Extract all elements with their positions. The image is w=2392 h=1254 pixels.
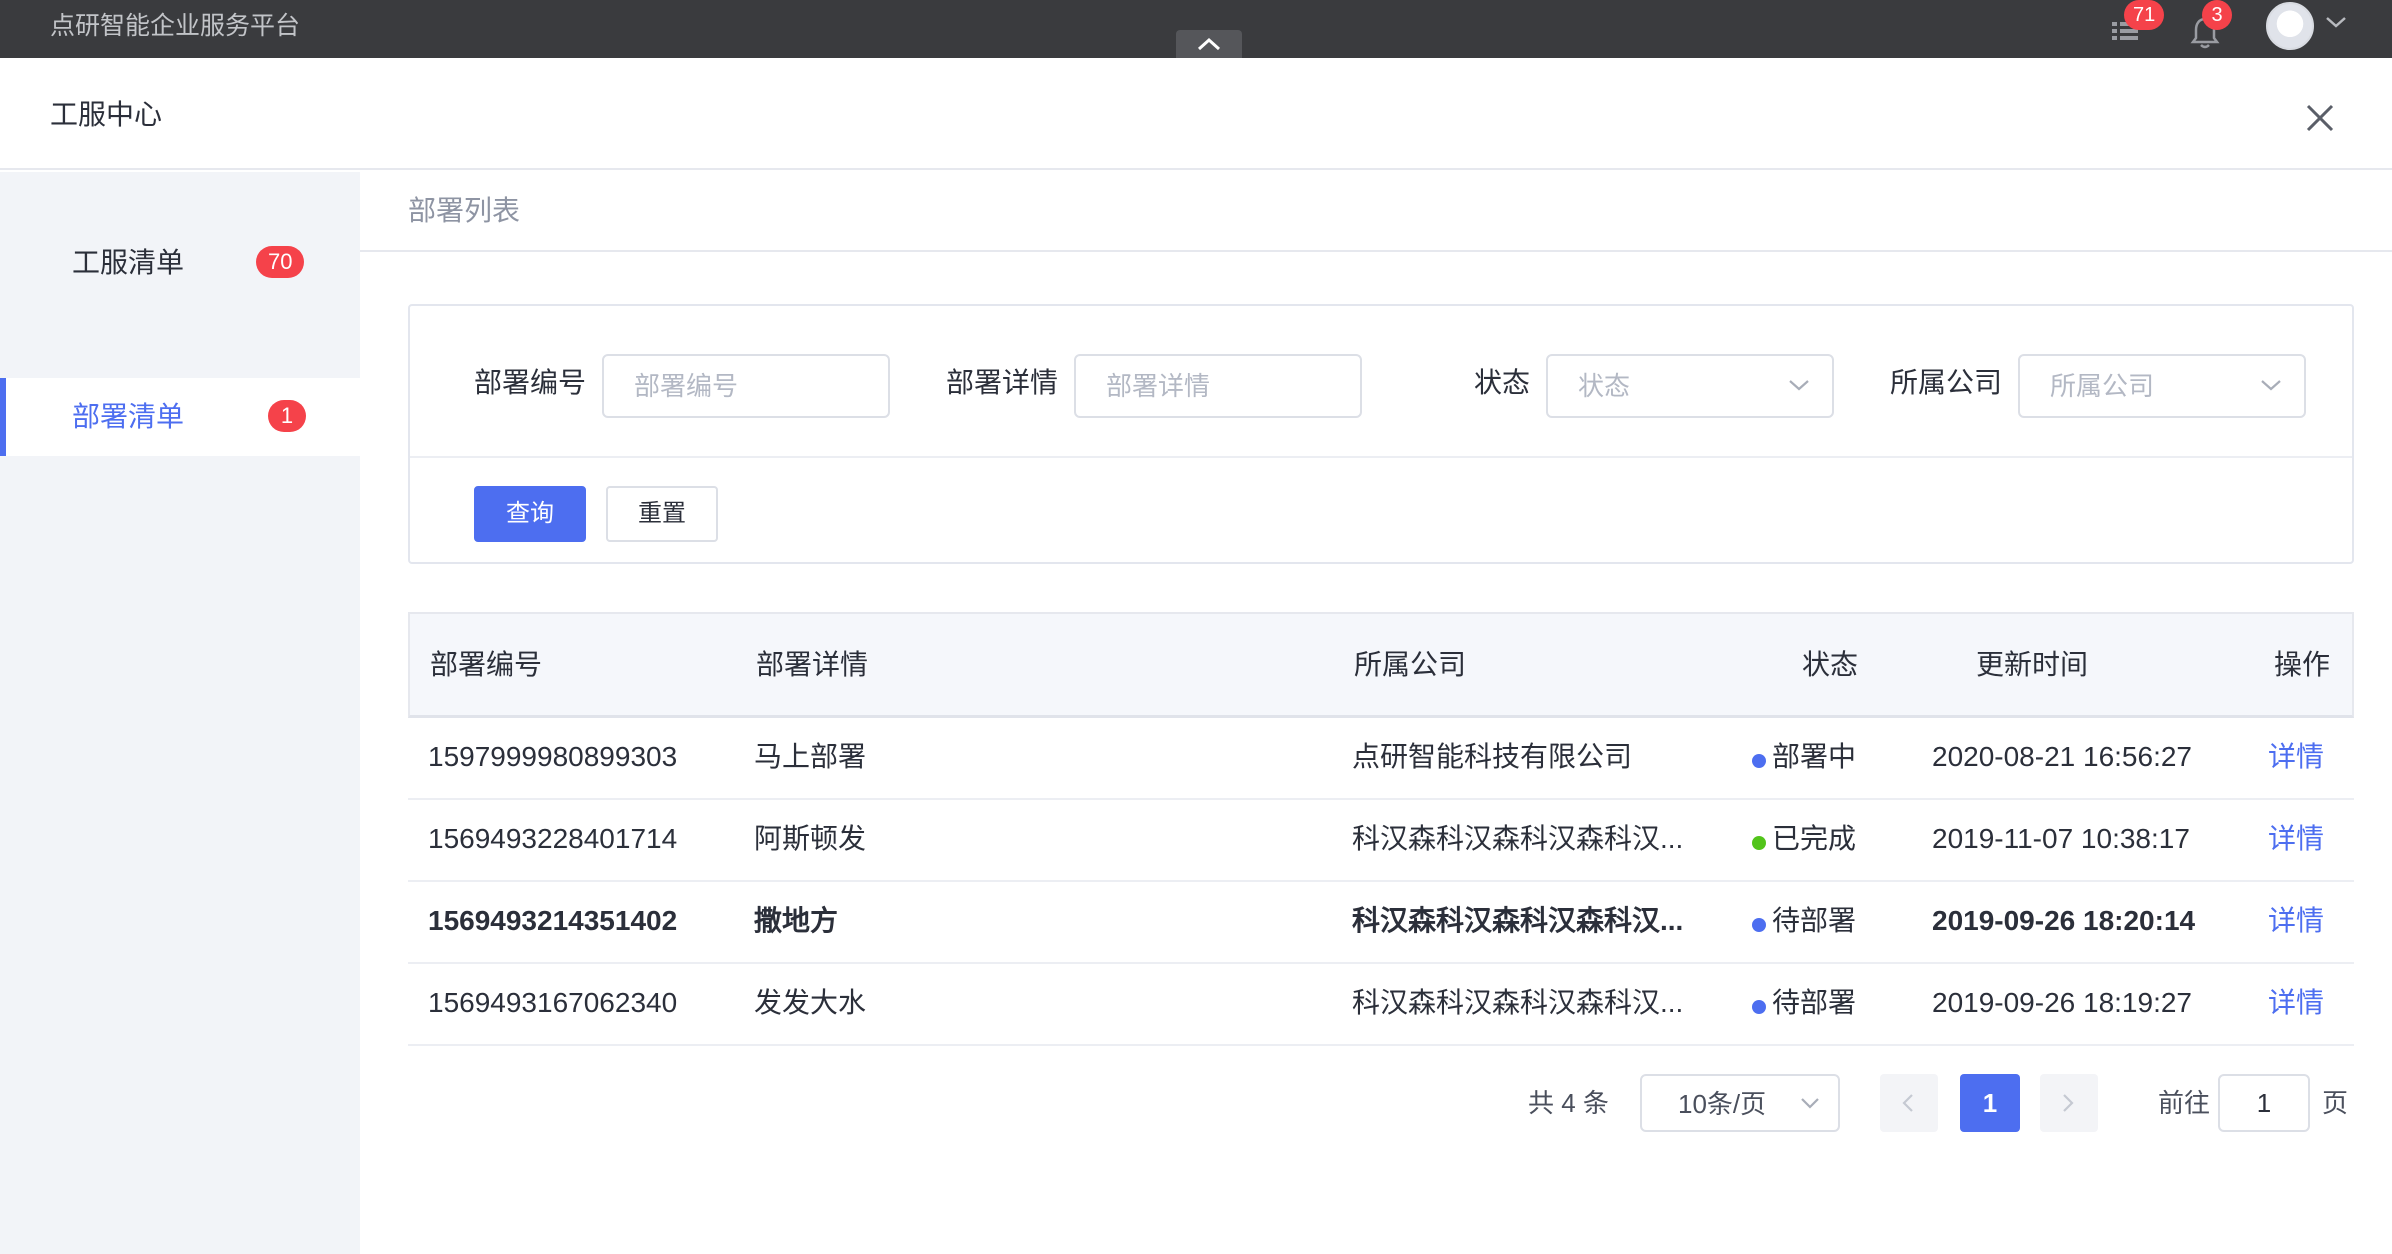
detail-link[interactable]: 详情	[2268, 822, 2324, 856]
chevron-left-icon	[1902, 1094, 1913, 1112]
company-select[interactable]: 所属公司	[2018, 354, 2306, 418]
query-button[interactable]: 查询	[474, 486, 586, 542]
column-header: 部署详情	[756, 649, 869, 680]
close-icon	[2306, 104, 2334, 132]
table-header: 部署编号 部署详情 所属公司 状态 更新时间 操作	[408, 612, 2354, 718]
status-select-placeholder: 状态	[1578, 371, 1631, 401]
prev-page-button[interactable]	[1880, 1074, 1938, 1132]
page-size-value: 10条/页	[1678, 1089, 1767, 1119]
deploy-detail-label: 部署详情	[946, 367, 1059, 398]
tasks-badge: 71	[2124, 0, 2165, 30]
status-dot	[1752, 918, 1766, 932]
status-cell: 部署中	[1772, 741, 1857, 772]
dialog-header: 工服中心	[0, 58, 2392, 170]
detail-link[interactable]: 详情	[2268, 904, 2324, 938]
column-header: 状态	[1802, 649, 1859, 680]
chevron-up-icon	[1197, 37, 1221, 51]
table-body: 1597999980899303 马上部署 点研智能科技有限公司 部署中 2020-08…	[408, 718, 2354, 1046]
detail-link[interactable]: 详情	[2268, 986, 2324, 1020]
company-cell: 科汉森科汉森科汉森科汉...	[1352, 987, 1684, 1018]
updated-time-cell: 2020-08-21 16:56:27	[1932, 741, 2192, 772]
updated-time-cell: 2019-11-07 10:38:17	[1932, 823, 2190, 854]
breadcrumb: 部署列表	[360, 172, 2392, 252]
company-select-placeholder: 所属公司	[2050, 371, 2155, 401]
sidebar-item-label: 部署清单	[72, 401, 185, 432]
deploy-detail-cell: 马上部署	[754, 741, 867, 772]
chevron-right-icon	[2063, 1094, 2074, 1112]
sidebar-item-deployments[interactable]: 部署清单 1	[0, 378, 360, 456]
company-cell: 点研智能科技有限公司	[1352, 741, 1633, 772]
goto-label: 前往	[2158, 1088, 2211, 1118]
deploy-detail-cell: 发发大水	[754, 987, 867, 1018]
column-header: 所属公司	[1354, 649, 1467, 680]
notifications-badge: 3	[2202, 0, 2232, 30]
deploy-id-cell: 1597999980899303	[428, 741, 678, 772]
status-dot	[1752, 1000, 1766, 1014]
updated-time-cell: 2019-09-26 18:20:14	[1932, 905, 2196, 936]
chevron-down-icon	[1789, 380, 1809, 391]
status-label: 状态	[1474, 367, 1531, 398]
goto-page-input[interactable]	[2218, 1074, 2310, 1132]
deploy-detail-cell: 阿斯顿发	[754, 823, 867, 854]
page-size-select[interactable]: 10条/页	[1640, 1074, 1840, 1132]
chevron-down-icon	[2261, 380, 2281, 391]
detail-link[interactable]: 详情	[2268, 740, 2324, 774]
table-row[interactable]: 1569493214351402 撒地方 科汉森科汉森科汉森科汉... 待部署 2019…	[408, 882, 2354, 964]
deploy-detail-cell: 撒地方	[754, 905, 839, 936]
deploy-no-input[interactable]	[602, 354, 890, 418]
status-dot	[1752, 836, 1766, 850]
column-header: 更新时间	[1976, 649, 2089, 680]
total-count: 共 4 条	[1528, 1088, 1609, 1118]
deploy-id-cell: 1569493214351402	[428, 905, 678, 936]
breadcrumb-current: 部署列表	[408, 195, 521, 226]
deployment-table: 部署编号 部署详情 所属公司 状态 更新时间 操作 15979999808993…	[408, 612, 2354, 1046]
dialog-title: 工服中心	[50, 99, 163, 130]
chevron-down-icon[interactable]	[2324, 14, 2348, 30]
status-select[interactable]: 状态	[1546, 354, 1834, 418]
column-header: 操作	[2274, 649, 2331, 680]
company-label: 所属公司	[1890, 367, 2003, 398]
status-dot	[1752, 754, 1766, 768]
main-content: 部署列表 部署编号 部署详情 状态 状态 所属公司 所属公司 查询 重置 部署编…	[360, 172, 2392, 1254]
sidebar: 工服清单 70 部署清单 1	[0, 172, 360, 1254]
page-suffix-label: 页	[2322, 1088, 2349, 1118]
status-cell: 待部署	[1772, 905, 1857, 936]
updated-time-cell: 2019-09-26 18:19:27	[1932, 987, 2192, 1018]
user-avatar[interactable]	[2266, 2, 2314, 50]
table-row[interactable]: 1597999980899303 马上部署 点研智能科技有限公司 部署中 2020-08…	[408, 718, 2354, 800]
status-cell: 已完成	[1772, 823, 1857, 854]
sidebar-item-label: 工服清单	[72, 247, 185, 278]
deploy-id-cell: 1569493228401714	[428, 823, 678, 854]
deploy-detail-input[interactable]	[1074, 354, 1362, 418]
sidebar-item-work-orders[interactable]: 工服清单 70	[0, 224, 360, 302]
deploy-no-label: 部署编号	[474, 367, 587, 398]
close-button[interactable]	[2300, 98, 2340, 138]
deploy-id-cell: 1569493167062340	[428, 987, 678, 1018]
reset-button[interactable]: 重置	[606, 486, 718, 542]
app-title: 点研智能企业服务平台	[50, 12, 301, 40]
company-cell: 科汉森科汉森科汉森科汉...	[1352, 905, 1684, 936]
status-cell: 待部署	[1772, 987, 1857, 1018]
table-row[interactable]: 1569493228401714 阿斯顿发 科汉森科汉森科汉森科汉... 已完成 201…	[408, 800, 2354, 882]
table-row[interactable]: 1569493167062340 发发大水 科汉森科汉森科汉森科汉... 待部署 201…	[408, 964, 2354, 1046]
count-badge: 1	[268, 400, 306, 432]
count-badge: 70	[256, 246, 305, 278]
page-number-current[interactable]: 1	[1960, 1074, 2020, 1132]
collapse-toggle[interactable]	[1176, 30, 1242, 58]
pagination: 共 4 条 10条/页 1 前往 页	[360, 1074, 2392, 1134]
chevron-down-icon	[1801, 1098, 1819, 1109]
column-header: 部署编号	[430, 649, 543, 680]
filter-panel: 部署编号 部署详情 状态 状态 所属公司 所属公司 查询 重置	[408, 304, 2354, 564]
next-page-button[interactable]	[2040, 1074, 2098, 1132]
divider	[410, 456, 2352, 458]
top-bar: 点研智能企业服务平台 71 3	[0, 0, 2392, 58]
company-cell: 科汉森科汉森科汉森科汉...	[1352, 823, 1684, 854]
